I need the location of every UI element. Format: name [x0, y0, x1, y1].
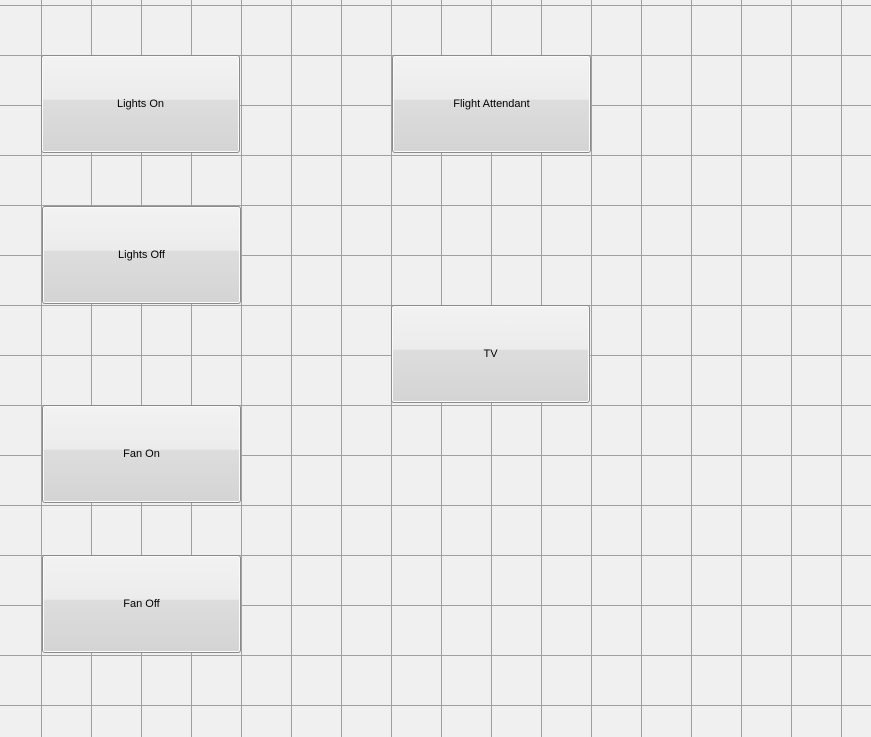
flight-attendant-label: Flight Attendant — [453, 98, 530, 110]
fan-off-button[interactable]: Fan Off — [42, 555, 241, 653]
flight-attendant-button[interactable]: Flight Attendant — [392, 55, 591, 153]
fan-on-button[interactable]: Fan On — [42, 405, 241, 503]
design-grid-canvas: Lights On Lights Off Fan On Fan Off Flig… — [0, 0, 871, 737]
lights-on-button[interactable]: Lights On — [41, 55, 240, 153]
lights-on-label: Lights On — [116, 98, 165, 110]
tv-label: TV — [483, 348, 498, 360]
tv-button[interactable]: TV — [391, 305, 590, 403]
fan-on-label: Fan On — [123, 448, 160, 460]
fan-off-label: Fan Off — [123, 598, 160, 610]
lights-off-button[interactable]: Lights Off — [42, 206, 241, 304]
lights-off-label: Lights Off — [118, 249, 165, 261]
